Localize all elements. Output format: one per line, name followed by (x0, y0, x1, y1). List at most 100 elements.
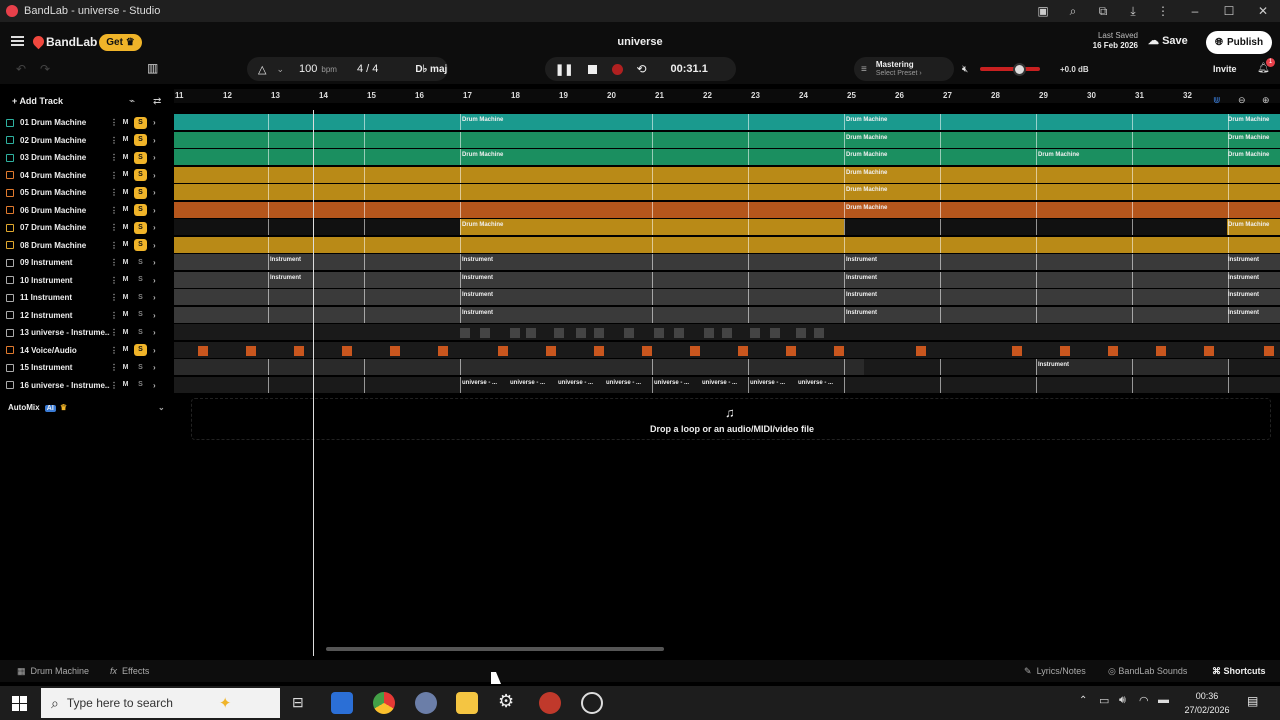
mute-button[interactable]: M (119, 274, 132, 286)
track-lane[interactable]: Instrument Instrument Instrument Instrument (174, 254, 1280, 270)
expand-track-icon[interactable]: › (153, 136, 156, 145)
clip-region[interactable] (174, 306, 1280, 323)
track-lane[interactable]: Instrument (174, 359, 1280, 375)
solo-button[interactable]: S (134, 204, 147, 216)
expand-track-icon[interactable]: › (153, 346, 156, 355)
settings-gear-icon[interactable]: ⚙ (498, 691, 514, 712)
clip-region[interactable] (174, 131, 1280, 148)
midi-clip[interactable] (750, 328, 760, 338)
clip-region[interactable] (174, 254, 1280, 270)
app-icon-3[interactable] (415, 692, 437, 714)
chrome-app-icon[interactable] (373, 692, 395, 714)
track-settings-icon[interactable]: ⇄ (153, 96, 161, 107)
taskbar-search[interactable]: ⌕ Type here to search ✦ (41, 688, 280, 718)
track-header[interactable]: 14 Voice/Audio ⋮ M S › (0, 342, 174, 359)
file-explorer-icon[interactable] (456, 692, 478, 714)
audio-clip[interactable] (642, 345, 652, 356)
track-header[interactable]: 08 Drum Machine ⋮ M S › (0, 237, 174, 254)
track-name[interactable]: 04 Drum Machine (20, 171, 110, 180)
track-more-icon[interactable]: ⋮ (110, 258, 118, 267)
clip-region[interactable] (174, 149, 1280, 165)
add-track-button[interactable]: + Add Track (12, 96, 63, 106)
track-name[interactable]: 11 Instrument (20, 293, 110, 302)
expand-track-icon[interactable]: › (153, 381, 156, 390)
clip-region[interactable] (174, 271, 1280, 288)
solo-button[interactable]: S (134, 362, 147, 374)
audio-clip[interactable] (342, 345, 352, 356)
track-more-icon[interactable]: ⋮ (110, 276, 118, 285)
expand-track-icon[interactable]: › (153, 241, 156, 250)
track-name[interactable]: 01 Drum Machine (20, 118, 110, 127)
save-button[interactable]: ☁ Save (1148, 34, 1188, 47)
chevron-down-icon[interactable]: ⌄ (158, 403, 165, 412)
solo-button[interactable]: S (134, 151, 147, 164)
snap-icon[interactable]: ⋓ (1213, 95, 1221, 106)
tray-icon-1[interactable]: ▣ (1028, 4, 1058, 18)
expand-track-icon[interactable]: › (153, 118, 156, 127)
audio-clip[interactable] (690, 345, 700, 356)
key-signature[interactable]: D♭ maj (415, 64, 447, 75)
midi-clip[interactable] (624, 328, 634, 338)
solo-button[interactable]: S (134, 274, 147, 286)
zoom-icon[interactable]: ⌕ (1058, 4, 1088, 19)
midi-clip[interactable] (480, 328, 490, 338)
audio-clip[interactable] (1264, 345, 1274, 356)
audio-clip[interactable] (498, 345, 508, 356)
metronome-icon[interactable]: △ (258, 63, 266, 76)
expand-track-icon[interactable]: › (153, 311, 156, 320)
track-lane[interactable]: Drum Machine (174, 184, 1280, 200)
mute-button[interactable]: M (119, 152, 132, 164)
track-header[interactable]: 01 Drum Machine ⋮ M S › (0, 114, 174, 131)
track-name[interactable]: 14 Voice/Audio (20, 346, 110, 355)
audio-clip[interactable] (786, 345, 796, 356)
track-lane[interactable]: Drum Machine Drum Machine (174, 131, 1280, 148)
track-name[interactable]: 12 Instrument (20, 311, 110, 320)
track-name[interactable]: 13 universe - Instrume... (20, 328, 110, 337)
expand-track-icon[interactable]: › (153, 258, 156, 267)
solo-button[interactable]: S (134, 292, 147, 304)
mute-button[interactable]: M (119, 257, 132, 269)
record-icon[interactable] (612, 63, 624, 75)
track-lane[interactable] (174, 236, 1280, 253)
track-header[interactable]: 06 Drum Machine ⋮ M S › (0, 202, 174, 219)
solo-button[interactable]: S (134, 239, 147, 251)
windows-start-icon[interactable] (12, 696, 27, 711)
track-name[interactable]: 06 Drum Machine (20, 206, 110, 215)
clip-region[interactable] (174, 236, 1280, 253)
effects-tab[interactable]: fx Effects (110, 666, 149, 676)
track-lane[interactable]: Instrument Instrument Instrument Instrument (174, 271, 1280, 288)
system-clock[interactable]: 00:36 27/02/2026 (1176, 689, 1238, 717)
track-name[interactable]: 03 Drum Machine (20, 153, 110, 162)
invite-button[interactable]: Invite (1213, 64, 1237, 74)
audio-clip[interactable] (1156, 345, 1166, 356)
audio-clip[interactable] (916, 345, 926, 356)
solo-button[interactable]: S (134, 379, 147, 391)
track-more-icon[interactable]: ⋮ (110, 223, 118, 232)
redo-icon[interactable]: ↷ (40, 62, 50, 76)
solo-button[interactable]: S (134, 257, 147, 269)
midi-clip[interactable] (814, 328, 824, 338)
audio-clip[interactable] (438, 345, 448, 356)
track-header[interactable]: 16 universe - Instrume... ⋮ M S › (0, 377, 174, 394)
network-icon[interactable]: ▭ (1099, 694, 1109, 707)
midi-clip[interactable] (654, 328, 664, 338)
volume-tray-icon[interactable]: 🔊︎ (1119, 694, 1126, 707)
track-lane[interactable]: Drum Machine (174, 166, 1280, 183)
track-more-icon[interactable]: ⋮ (110, 363, 118, 372)
track-header[interactable]: 15 Instrument ⋮ M S › (0, 359, 174, 376)
volume-knob[interactable] (1013, 63, 1026, 76)
publish-button[interactable]: 🌐︎ Publish (1206, 31, 1272, 54)
track-more-icon[interactable]: ⋮ (110, 381, 118, 390)
clip-region[interactable] (174, 359, 864, 375)
midi-clip[interactable] (554, 328, 564, 338)
track-header[interactable]: 09 Instrument ⋮ M S › (0, 254, 174, 271)
audio-clip[interactable] (1060, 345, 1070, 356)
mute-button[interactable]: M (119, 344, 132, 356)
mute-button[interactable]: M (119, 134, 132, 146)
audio-clip[interactable] (198, 345, 208, 356)
loop-icon[interactable]: ⟲ (636, 62, 646, 76)
recorder-app-icon[interactable] (581, 692, 603, 714)
track-lane[interactable]: Drum Machine (174, 201, 1280, 218)
track-more-icon[interactable]: ⋮ (110, 328, 118, 337)
zoom-in-icon[interactable]: ⊕ (1262, 95, 1270, 106)
